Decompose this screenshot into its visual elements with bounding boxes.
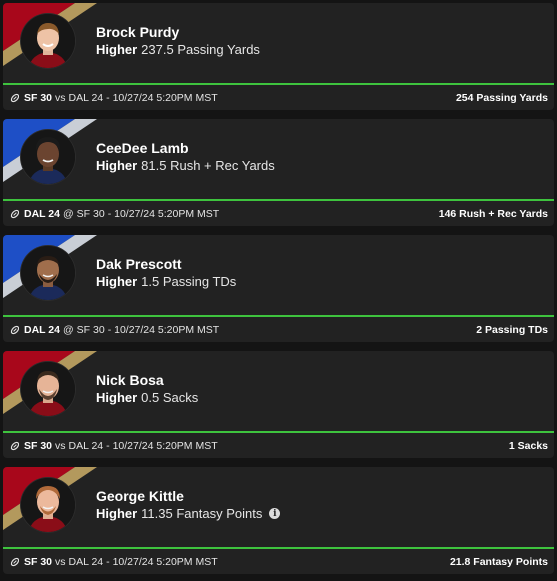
matchup-separator: @: [63, 324, 74, 336]
player-name: Brock Purdy: [96, 24, 180, 40]
pick-stat-line: 11.35 Fantasy Points: [141, 506, 263, 521]
pick-line: Higher 81.5 Rush + Rec Yards: [96, 158, 275, 173]
pick-line: Higher 11.35 Fantasy Points i: [96, 506, 281, 521]
result-stat: 21.8 Fantasy Points: [449, 556, 548, 568]
team-score: DAL 24: [24, 324, 60, 336]
opponent-score: SF 30: [76, 208, 105, 220]
pick-line: Higher 1.5 Passing TDs: [96, 274, 236, 289]
game-datetime: - 10/27/24 5:20PM MST: [106, 92, 218, 104]
result-stat: 254 Passing Yards: [455, 92, 548, 104]
player-avatar: [21, 130, 75, 184]
player-avatar: [21, 478, 75, 532]
pick-line: Higher 0.5 Sacks: [96, 390, 198, 405]
pick-direction: Higher: [96, 42, 138, 57]
pick-direction: Higher: [96, 506, 138, 521]
player-name: George Kittle: [96, 488, 184, 504]
opponent-score: DAL 24: [68, 556, 104, 568]
pick-card[interactable]: CeeDee Lamb Higher 81.5 Rush + Rec Yards…: [3, 119, 554, 226]
pick-card[interactable]: Brock Purdy Higher 237.5 Passing Yards S…: [3, 3, 554, 110]
result-divider: [3, 547, 554, 549]
game-info: DAL 24 @ SF 30 - 10/27/24 5:20PM MST: [10, 324, 222, 336]
matchup-separator: vs: [55, 556, 66, 568]
opponent-score: DAL 24: [68, 92, 104, 104]
game-datetime: - 10/27/24 5:20PM MST: [107, 324, 220, 336]
football-icon: [10, 209, 20, 219]
game-footer: SF 30 vs DAL 24 - 10/27/24 5:20PM MST 21…: [10, 556, 548, 568]
pick-line: Higher 237.5 Passing Yards: [96, 42, 260, 57]
pick-stat-line: 0.5 Sacks: [141, 390, 199, 405]
game-datetime: - 10/27/24 5:20PM MST: [107, 208, 220, 220]
player-name: Nick Bosa: [96, 372, 164, 388]
game-info: DAL 24 @ SF 30 - 10/27/24 5:20PM MST: [10, 208, 222, 220]
matchup-separator: @: [63, 208, 74, 220]
football-icon: [10, 93, 20, 103]
game-info: SF 30 vs DAL 24 - 10/27/24 5:20PM MST: [10, 556, 221, 568]
game-footer: SF 30 vs DAL 24 - 10/27/24 5:20PM MST 25…: [10, 92, 548, 104]
game-footer: SF 30 vs DAL 24 - 10/27/24 5:20PM MST 1 …: [10, 440, 548, 452]
pick-card[interactable]: George Kittle Higher 11.35 Fantasy Point…: [3, 467, 554, 574]
player-avatar: [21, 14, 75, 68]
game-footer: DAL 24 @ SF 30 - 10/27/24 5:20PM MST 2 P…: [10, 324, 548, 336]
pick-stat-line: 1.5 Passing TDs: [141, 274, 237, 289]
result-divider: [3, 431, 554, 433]
opponent-score: SF 30: [76, 324, 105, 336]
opponent-score: DAL 24: [68, 440, 104, 452]
player-avatar: [21, 362, 75, 416]
game-footer: DAL 24 @ SF 30 - 10/27/24 5:20PM MST 146…: [10, 208, 548, 220]
game-info: SF 30 vs DAL 24 - 10/27/24 5:20PM MST: [10, 440, 221, 452]
info-icon[interactable]: i: [269, 508, 281, 519]
pick-card[interactable]: Nick Bosa Higher 0.5 Sacks SF 30 vs DAL …: [3, 351, 554, 458]
player-name: CeeDee Lamb: [96, 140, 189, 156]
result-divider: [3, 83, 554, 85]
pick-direction: Higher: [96, 274, 138, 289]
team-score: SF 30: [24, 92, 53, 104]
game-datetime: - 10/27/24 5:20PM MST: [106, 440, 218, 452]
pick-direction: Higher: [96, 390, 138, 405]
pick-card[interactable]: Dak Prescott Higher 1.5 Passing TDs DAL …: [3, 235, 554, 342]
player-avatar: [21, 246, 75, 300]
result-stat: 1 Sacks: [508, 440, 548, 452]
matchup-separator: vs: [55, 92, 66, 104]
matchup-separator: vs: [55, 440, 66, 452]
football-icon: [10, 557, 20, 567]
result-divider: [3, 199, 554, 201]
team-score: SF 30: [24, 556, 53, 568]
pick-direction: Higher: [96, 158, 138, 173]
pick-stat-line: 81.5 Rush + Rec Yards: [141, 158, 275, 173]
football-icon: [10, 325, 20, 335]
result-stat: 146 Rush + Rec Yards: [438, 208, 548, 220]
pick-stat-line: 237.5 Passing Yards: [141, 42, 260, 57]
game-info: SF 30 vs DAL 24 - 10/27/24 5:20PM MST: [10, 92, 221, 104]
result-stat: 2 Passing TDs: [476, 324, 548, 336]
game-datetime: - 10/27/24 5:20PM MST: [106, 556, 218, 568]
team-score: SF 30: [24, 440, 53, 452]
result-divider: [3, 315, 554, 317]
football-icon: [10, 441, 20, 451]
player-name: Dak Prescott: [96, 256, 182, 272]
team-score: DAL 24: [24, 208, 60, 220]
